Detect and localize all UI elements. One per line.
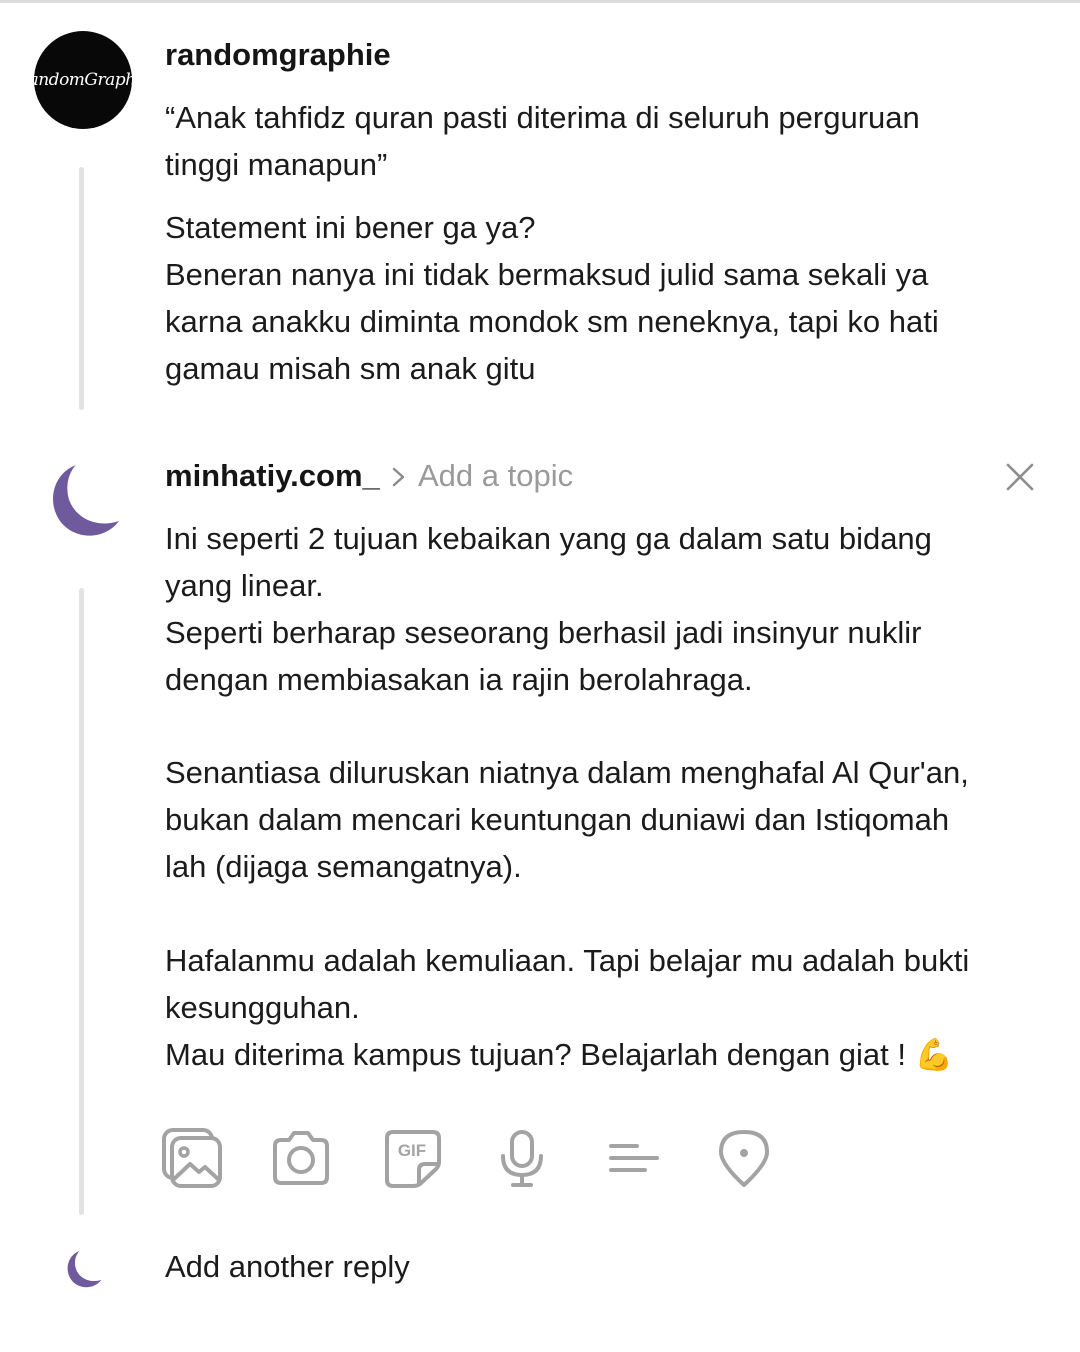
gif-label: GIF xyxy=(398,1141,426,1160)
avatar[interactable]: RandomGraphie xyxy=(16,31,151,129)
microphone-icon xyxy=(501,1130,543,1187)
reply-text[interactable]: Hafalanmu adalah kemuliaan. Tapi belajar… xyxy=(165,937,1045,1079)
location-pin-icon xyxy=(719,1130,769,1187)
flexed-biceps-emoji: 💪 xyxy=(914,1037,954,1073)
avatar-text: RandomGraphie xyxy=(15,70,151,90)
gif-icon: GIF xyxy=(385,1130,441,1188)
thread-line xyxy=(79,167,84,410)
gif-button[interactable]: GIF xyxy=(381,1126,445,1190)
reply-username[interactable]: minhatiy.com_ xyxy=(165,458,380,494)
camera-icon xyxy=(273,1131,329,1185)
location-button[interactable] xyxy=(712,1126,776,1190)
chevron-right-icon xyxy=(392,467,405,487)
voice-button[interactable] xyxy=(490,1126,554,1190)
image-icon xyxy=(162,1128,222,1188)
camera-button[interactable] xyxy=(269,1126,333,1190)
moon-avatar-icon[interactable] xyxy=(46,463,120,539)
reply-text[interactable]: Ini seperti 2 tujuan kebaikan yang ga da… xyxy=(165,515,1045,703)
top-divider xyxy=(0,0,1080,3)
thread-line xyxy=(79,588,84,1215)
close-icon[interactable] xyxy=(1000,457,1040,497)
post-username[interactable]: randomgraphie xyxy=(165,37,391,73)
image-button[interactable] xyxy=(160,1126,224,1190)
reply-text-line: Hafalanmu adalah kemuliaan. Tapi belajar… xyxy=(165,943,970,1072)
moon-avatar-icon xyxy=(67,1251,102,1288)
topic-input[interactable]: Add a topic xyxy=(418,458,573,494)
add-reply-input[interactable]: Add another reply xyxy=(165,1249,410,1285)
format-button[interactable] xyxy=(601,1126,665,1190)
align-left-icon xyxy=(609,1144,659,1172)
reply-text[interactable]: Senantiasa diluruskan niatnya dalam meng… xyxy=(165,749,1045,890)
post-text: Statement ini bener ga ya? Beneran nanya… xyxy=(165,210,939,386)
post-text: “Anak tahfidz quran pasti diterima di se… xyxy=(165,100,920,182)
